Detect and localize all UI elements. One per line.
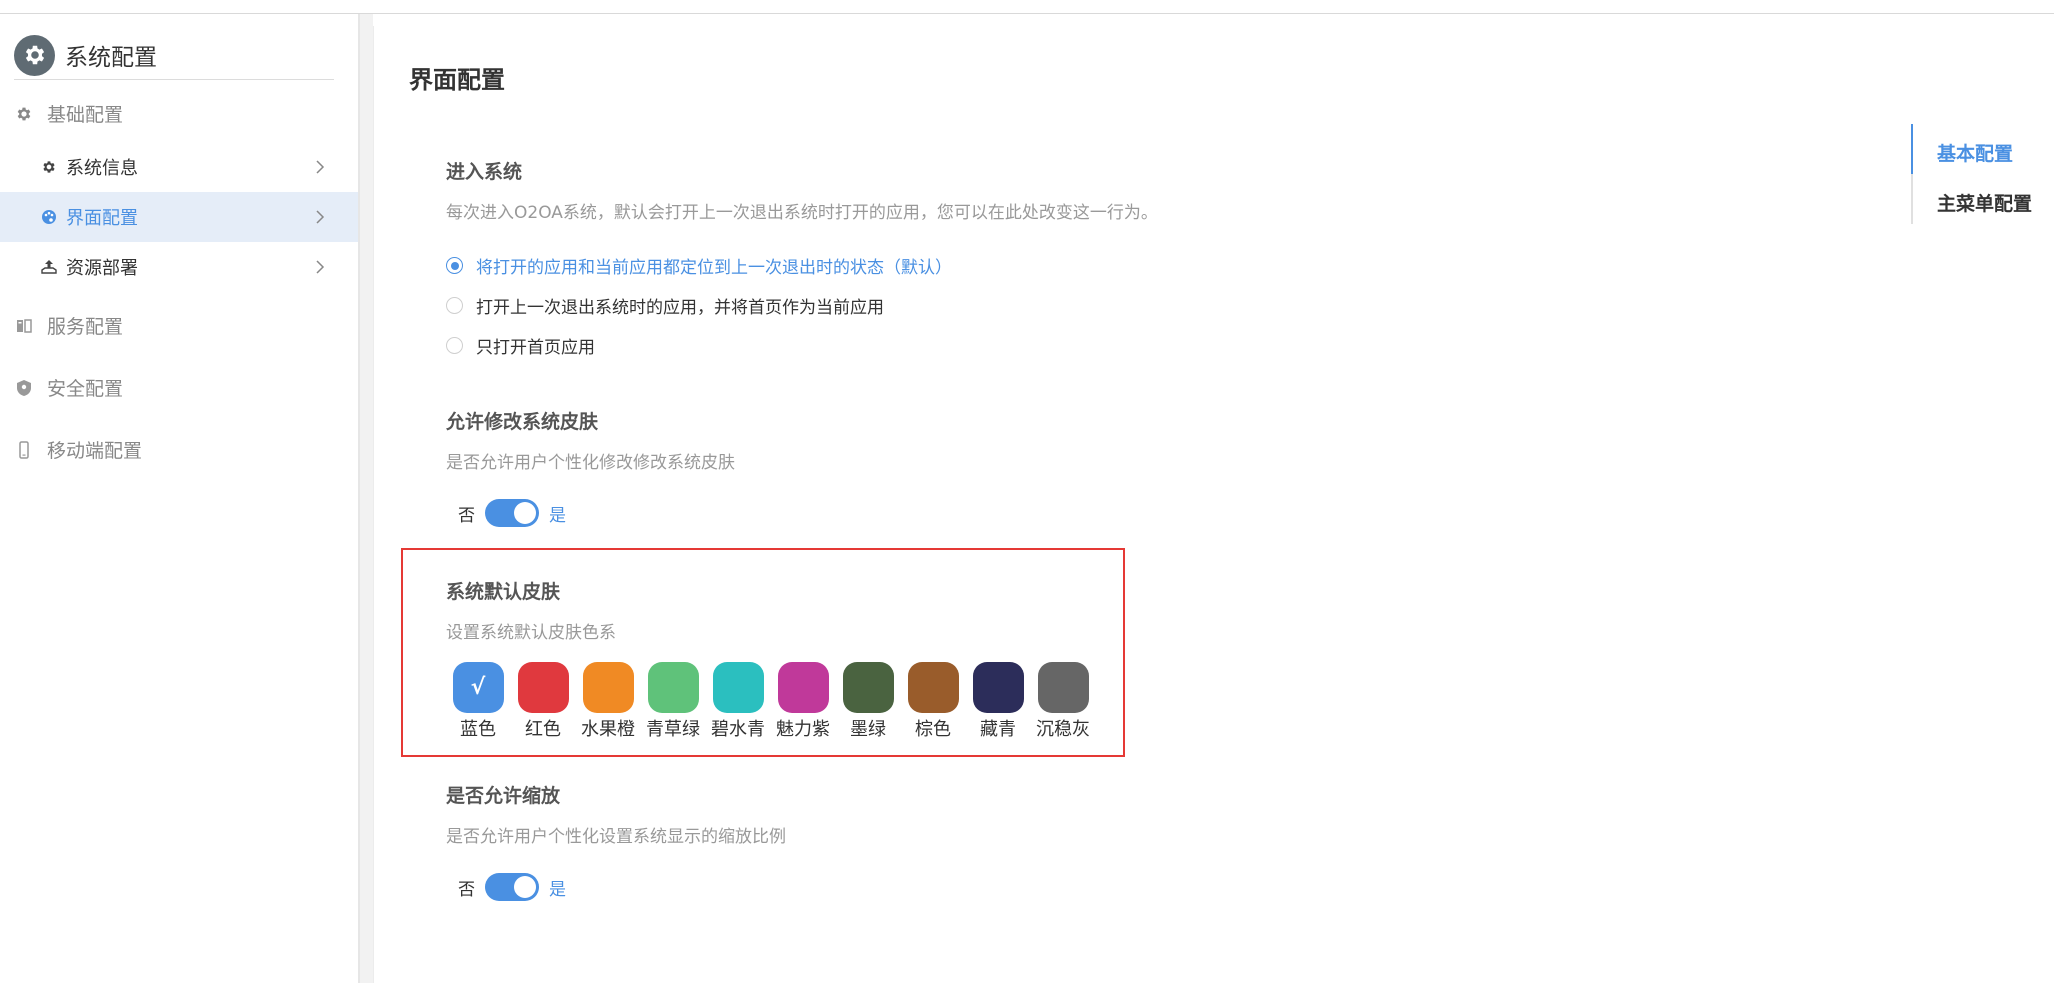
deploy-icon	[40, 258, 58, 276]
sidebar-group-label: 安全配置	[47, 378, 124, 400]
swatch-label: 沉稳灰	[1036, 719, 1090, 740]
color-chip[interactable]	[777, 662, 829, 713]
panel-gutter	[360, 14, 373, 983]
sidebar-title: 系统配置	[65, 45, 157, 71]
color-chip[interactable]	[647, 662, 699, 713]
swatch-label: 藏青	[980, 719, 1016, 740]
swatch-label: 魅力紫	[776, 719, 830, 740]
radio-button[interactable]	[446, 257, 463, 274]
sidebar-group-service[interactable]: 服务配置	[14, 312, 123, 339]
sidebar-item-label: 界面配置	[66, 208, 138, 229]
swatch-label: 红色	[525, 719, 561, 740]
radio-label: 将打开的应用和当前应用都定位到上一次退出时的状态（默认）	[476, 258, 952, 278]
skin-swatch-orange[interactable]: 水果橙	[576, 662, 640, 741]
swatch-label: 水果橙	[581, 719, 635, 740]
allow-skin-switch[interactable]	[485, 499, 539, 527]
sidebar-group-security[interactable]: 安全配置	[14, 374, 123, 401]
chevron-right-icon	[316, 260, 325, 274]
server-icon	[14, 316, 34, 336]
sidebar-item-system-info[interactable]: 系统信息	[0, 142, 358, 192]
chevron-right-icon	[316, 160, 325, 174]
radio-button[interactable]	[446, 297, 463, 314]
radio-label: 打开上一次退出系统时的应用，并将首页作为当前应用	[476, 298, 884, 318]
color-chip[interactable]	[517, 662, 569, 713]
sidebar-group-mobile[interactable]: 移动端配置	[14, 436, 142, 463]
swatch-label: 碧水青	[711, 719, 765, 740]
allow-zoom-switch[interactable]	[485, 873, 539, 901]
swatch-label: 棕色	[915, 719, 951, 740]
allow-skin-desc: 是否允许用户个性化修改修改系统皮肤	[446, 453, 735, 473]
sidebar: 系统配置 基础配置 系统信息 界面配置 资源部署 服务配置 安全配置 移动端配置	[0, 14, 360, 983]
toggle-off-label: 否	[458, 505, 475, 526]
sidebar-group-label: 基础配置	[47, 104, 124, 126]
sidebar-item-label: 系统信息	[66, 158, 138, 179]
radio-option-open-home-current[interactable]: 打开上一次退出系统时的应用，并将首页作为当前应用	[446, 293, 884, 318]
color-chip[interactable]	[1037, 662, 1089, 713]
color-chip[interactable]	[842, 662, 894, 713]
toggle-on-label: 是	[549, 879, 566, 900]
skin-swatch-navy[interactable]: 藏青	[966, 662, 1030, 741]
skin-swatch-gray[interactable]: 沉稳灰	[1031, 662, 1095, 741]
skin-swatch-dark-green[interactable]: 墨绿	[836, 662, 900, 741]
anchor-nav-main-menu[interactable]: 主菜单配置	[1937, 189, 2032, 216]
default-skin-title: 系统默认皮肤	[446, 581, 561, 603]
settings-gear-icon	[14, 34, 55, 76]
skin-swatch-brown[interactable]: 棕色	[901, 662, 965, 741]
sidebar-item-label: 资源部署	[66, 258, 138, 279]
toggle-on-label: 是	[549, 505, 566, 526]
allow-skin-toggle-row: 否 是	[458, 499, 566, 527]
swatch-label: 蓝色	[460, 719, 496, 740]
enter-system-desc: 每次进入O2OA系统，默认会打开上一次退出系统时打开的应用，您可以在此处改变这一…	[446, 203, 1158, 223]
sidebar-group-label: 服务配置	[47, 316, 124, 338]
sidebar-item-resource-deploy[interactable]: 资源部署	[0, 242, 358, 292]
mobile-icon	[14, 440, 34, 460]
skin-swatch-blue[interactable]: √ 蓝色	[446, 662, 510, 741]
skin-swatch-purple[interactable]: 魅力紫	[771, 662, 835, 741]
page-title: 界面配置	[409, 66, 505, 94]
radio-label: 只打开首页应用	[476, 338, 595, 358]
default-skin-desc: 设置系统默认皮肤色系	[446, 623, 616, 643]
sidebar-item-ui-config[interactable]: 界面配置	[0, 192, 358, 242]
toggle-off-label: 否	[458, 879, 475, 900]
enter-system-title: 进入系统	[446, 161, 523, 183]
color-chip[interactable]: √	[452, 662, 504, 713]
palette-icon	[40, 208, 58, 226]
radio-option-restore-state[interactable]: 将打开的应用和当前应用都定位到上一次退出时的状态（默认）	[446, 253, 952, 278]
radio-option-home-only[interactable]: 只打开首页应用	[446, 333, 595, 358]
sidebar-group-label: 移动端配置	[47, 440, 143, 462]
skin-swatch-red[interactable]: 红色	[511, 662, 575, 741]
anchor-nav-basic[interactable]: 基本配置	[1937, 139, 2013, 166]
allow-zoom-desc: 是否允许用户个性化设置系统显示的缩放比例	[446, 827, 786, 847]
sidebar-header: 系统配置	[14, 31, 334, 80]
radio-button[interactable]	[446, 337, 463, 354]
allow-zoom-toggle-row: 否 是	[458, 873, 566, 901]
skin-swatch-cyan[interactable]: 碧水青	[706, 662, 770, 741]
skin-swatch-list: √ 蓝色 红色 水果橙 青草绿 碧水青 魅力紫 墨绿 棕色 藏青 沉稳灰	[446, 662, 1096, 741]
color-chip[interactable]	[582, 662, 634, 713]
chevron-right-icon	[316, 210, 325, 224]
color-chip[interactable]	[712, 662, 764, 713]
skin-swatch-grass-green[interactable]: 青草绿	[641, 662, 705, 741]
gear-icon	[40, 158, 58, 176]
allow-zoom-title: 是否允许缩放	[446, 785, 561, 807]
anchor-nav-indicator	[1911, 124, 1913, 174]
gear-icon	[14, 104, 34, 124]
color-chip[interactable]	[972, 662, 1024, 713]
swatch-label: 青草绿	[646, 719, 700, 740]
allow-skin-title: 允许修改系统皮肤	[446, 411, 599, 433]
sidebar-group-basic[interactable]: 基础配置	[14, 100, 123, 127]
color-chip[interactable]	[907, 662, 959, 713]
shield-icon	[14, 378, 34, 398]
swatch-label: 墨绿	[850, 719, 886, 740]
